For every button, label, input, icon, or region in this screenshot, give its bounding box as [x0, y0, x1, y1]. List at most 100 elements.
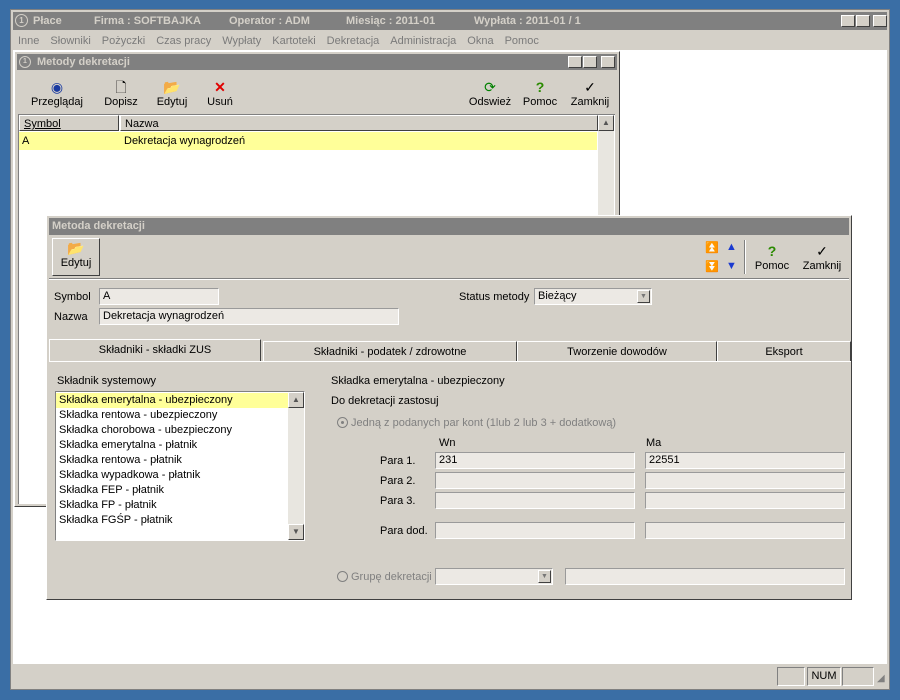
ma-label: Ma — [646, 437, 662, 449]
list-help-button[interactable]: ? Pomoc — [520, 78, 560, 108]
detail-close-button[interactable]: ✓ Zamknij — [799, 242, 845, 272]
detail-window-title: Metoda dekretacji — [52, 220, 145, 232]
checkmark-icon: ✓ — [584, 79, 596, 95]
menu-slowniki[interactable]: Słowniki — [50, 33, 90, 49]
pair-extra-wn-field[interactable] — [435, 522, 635, 539]
radio-pairs-label: Jedną z podanych par kont (1lub 2 lub 3 … — [351, 417, 617, 429]
pair-extra-ma-field[interactable] — [645, 522, 845, 539]
components-scrollbar[interactable]: ▲ ▼ — [288, 392, 304, 540]
tab-tax-health[interactable]: Składniki - podatek / zdrowotne — [263, 341, 517, 361]
resize-grip-icon[interactable]: ◢ — [877, 673, 885, 684]
status-panel-last — [842, 667, 874, 686]
menu-okna[interactable]: Okna — [467, 33, 493, 49]
list-item[interactable]: Składka FEP - płatnik — [56, 483, 288, 498]
name-field[interactable]: Dekretacja wynagrodzeń — [99, 308, 399, 325]
menu-kartoteki[interactable]: Kartoteki — [272, 33, 315, 49]
pair3-ma-field[interactable] — [645, 492, 845, 509]
detail-edit-button[interactable]: 📂 Edytuj — [52, 238, 100, 276]
chevron-down-icon[interactable]: ▼ — [637, 290, 650, 303]
payout-info: Wypłata : 2011-01 / 1 — [474, 15, 581, 27]
tab-export[interactable]: Eksport — [717, 341, 851, 361]
previous-record-icon[interactable]: ▲ — [726, 241, 737, 253]
delete-button[interactable]: ✕ Usuń — [203, 78, 237, 108]
menu-dekretacja[interactable]: Dekretacja — [327, 33, 380, 49]
menu-bar: Inne Słowniki Pożyczki Czas pracy Wypłaty Kar… — [18, 33, 550, 49]
browse-button[interactable]: ◉ Przeglądaj — [31, 78, 83, 108]
detail-help-label: Pomoc — [754, 260, 790, 272]
list-item[interactable]: Składka rentowa - ubezpieczony — [56, 408, 288, 423]
edit-label: Edytuj — [156, 96, 188, 108]
menu-inne[interactable]: Inne — [18, 33, 39, 49]
name-label: Nazwa — [54, 311, 88, 323]
components-list[interactable]: Składka emerytalna - ubezpieczony Składka… — [55, 391, 305, 541]
menu-wyplaty[interactable]: Wypłaty — [222, 33, 261, 49]
system-component-label: Składnik systemowy — [57, 375, 157, 387]
minimize-button[interactable]: _ — [841, 15, 855, 27]
open-folder-icon: 📂 — [67, 240, 85, 256]
browse-label: Przeglądaj — [31, 96, 83, 108]
wn-label: Wn — [439, 437, 456, 449]
row-symbol: A — [22, 135, 30, 147]
list-item[interactable]: Składka FP - płatnik — [56, 498, 288, 513]
pair3-wn-field[interactable] — [435, 492, 635, 509]
column-header-name[interactable]: Nazwa — [120, 115, 598, 131]
scroll-up-button[interactable]: ▲ — [598, 115, 614, 131]
tab-documents[interactable]: Tworzenie dowodów — [517, 341, 717, 361]
list-item[interactable]: Składka FGŚP - płatnik — [56, 513, 288, 528]
list-window-icon: 1 — [19, 56, 31, 68]
group-field[interactable] — [565, 568, 845, 585]
chevron-down-icon[interactable]: ▼ — [538, 570, 551, 583]
tab-strip: Składniki - składki ZUS Składniki - poda… — [49, 339, 851, 362]
close-button[interactable]: × — [873, 15, 887, 27]
radio-pairs[interactable] — [337, 417, 348, 428]
list-window-title-bar: 1 Metody dekretacji _ □ × — [17, 54, 617, 70]
scroll-down-button[interactable]: ▼ — [288, 524, 304, 540]
pair-extra-label: Para dod. — [380, 525, 428, 537]
list-item[interactable]: Składka emerytalna - płatnik — [56, 438, 288, 453]
menu-administracja[interactable]: Administracja — [390, 33, 456, 49]
menu-pomoc[interactable]: Pomoc — [505, 33, 539, 49]
last-record-icon[interactable]: ⏬ — [705, 260, 719, 273]
checkmark-icon: ✓ — [816, 243, 828, 259]
help-icon: ? — [535, 79, 545, 95]
next-record-icon[interactable]: ▼ — [726, 260, 737, 272]
first-record-icon[interactable]: ⏫ — [705, 241, 719, 254]
maximize-button[interactable]: □ — [856, 15, 870, 27]
group-select[interactable]: ▼ — [435, 568, 553, 585]
status-select[interactable]: Bieżący ▼ — [534, 288, 652, 305]
pair2-label: Para 2. — [380, 475, 416, 487]
detail-help-button[interactable]: ? Pomoc — [752, 242, 792, 272]
pair2-ma-field[interactable] — [645, 472, 845, 489]
detail-close-label: Zamknij — [802, 260, 842, 272]
list-item[interactable]: Składka wypadkowa - płatnik — [56, 468, 288, 483]
add-label: Dopisz — [104, 96, 138, 108]
list-close-button[interactable]: × — [601, 56, 615, 68]
pair1-ma-field[interactable]: 22551 — [645, 452, 845, 469]
menu-czas-pracy[interactable]: Czas pracy — [156, 33, 211, 49]
list-item[interactable]: Składka rentowa - płatnik — [56, 453, 288, 468]
tab-zus[interactable]: Składniki - składki ZUS — [49, 339, 261, 362]
list-item[interactable]: Składka emerytalna - ubezpieczony — [56, 393, 288, 408]
status-num: NUM — [807, 667, 841, 686]
pair1-label: Para 1. — [380, 455, 416, 467]
list-minimize-button[interactable]: _ — [568, 56, 582, 68]
add-button[interactable]: 🗋 Dopisz — [101, 78, 141, 108]
pair2-wn-field[interactable] — [435, 472, 635, 489]
symbol-field[interactable]: A — [99, 288, 219, 305]
column-header-symbol[interactable]: Symbol — [19, 115, 119, 131]
pair1-wn-field[interactable]: 231 — [435, 452, 635, 469]
detail-title-bar: Metoda dekretacji — [49, 218, 849, 235]
pair3-label: Para 3. — [380, 495, 416, 507]
list-close-tool-button[interactable]: ✓ Zamknij — [568, 78, 612, 108]
app-title: Płace — [33, 15, 62, 27]
radio-group[interactable] — [337, 571, 348, 582]
table-row[interactable]: A Dekretacja wynagrodzeń — [19, 132, 597, 150]
list-item[interactable]: Składka chorobowa - ubezpieczony — [56, 423, 288, 438]
edit-button[interactable]: 📂 Edytuj — [152, 78, 192, 108]
status-bar: NUM ◢ — [13, 665, 887, 687]
scroll-up-button[interactable]: ▲ — [288, 392, 304, 408]
menu-pozyczki[interactable]: Pożyczki — [102, 33, 145, 49]
refresh-button[interactable]: ⟳ Odswież — [468, 78, 512, 108]
list-maximize-button[interactable]: □ — [583, 56, 597, 68]
apply-label: Do dekretacji zastosuj — [331, 395, 439, 407]
